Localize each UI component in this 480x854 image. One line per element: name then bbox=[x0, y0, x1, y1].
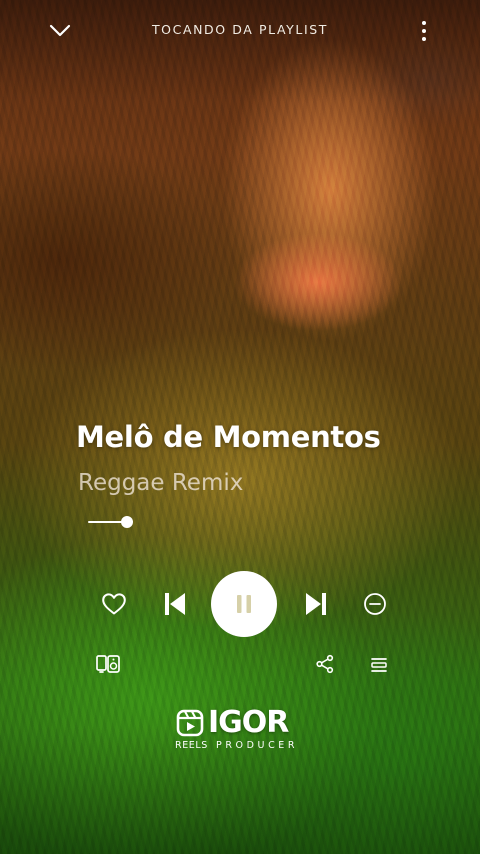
now-playing-screen: TOCANDO DA PLAYLIST Melô de Momentos Reg… bbox=[0, 0, 480, 854]
like-button[interactable] bbox=[98, 589, 130, 619]
heart-outline-icon bbox=[102, 593, 126, 615]
skip-next-icon bbox=[306, 593, 326, 615]
pause-icon bbox=[237, 595, 251, 613]
reels-logo-icon bbox=[176, 709, 204, 737]
share-icon bbox=[316, 654, 334, 674]
connect-device-icon bbox=[96, 655, 120, 673]
remove-from-playlist-button[interactable] bbox=[360, 589, 390, 619]
share-button[interactable] bbox=[313, 652, 337, 676]
next-button[interactable] bbox=[301, 589, 331, 619]
skip-previous-icon bbox=[165, 593, 185, 615]
playing-from-label: TOCANDO DA PLAYLIST bbox=[151, 22, 329, 37]
progress-knob[interactable] bbox=[121, 516, 133, 528]
queue-icon bbox=[371, 658, 387, 672]
brand-name: IGOR bbox=[208, 705, 289, 740]
progress-track bbox=[88, 521, 388, 523]
track-title: Melô de Momentos bbox=[76, 420, 381, 454]
minus-circle-icon bbox=[364, 593, 386, 615]
brand-watermark: IGOR REELS PRODUCER bbox=[172, 705, 312, 757]
previous-button[interactable] bbox=[160, 589, 190, 619]
progress-slider[interactable] bbox=[88, 516, 388, 528]
more-options-button[interactable] bbox=[412, 16, 436, 46]
track-subtitle: Reggae Remix bbox=[78, 470, 244, 496]
connect-device-button[interactable] bbox=[94, 650, 122, 678]
brand-sub-right: PRODUCER bbox=[216, 740, 299, 751]
queue-button[interactable] bbox=[366, 652, 392, 678]
more-vertical-icon bbox=[422, 21, 426, 41]
play-pause-button[interactable] bbox=[211, 571, 277, 637]
brand-sub-left: REELS bbox=[175, 740, 208, 751]
